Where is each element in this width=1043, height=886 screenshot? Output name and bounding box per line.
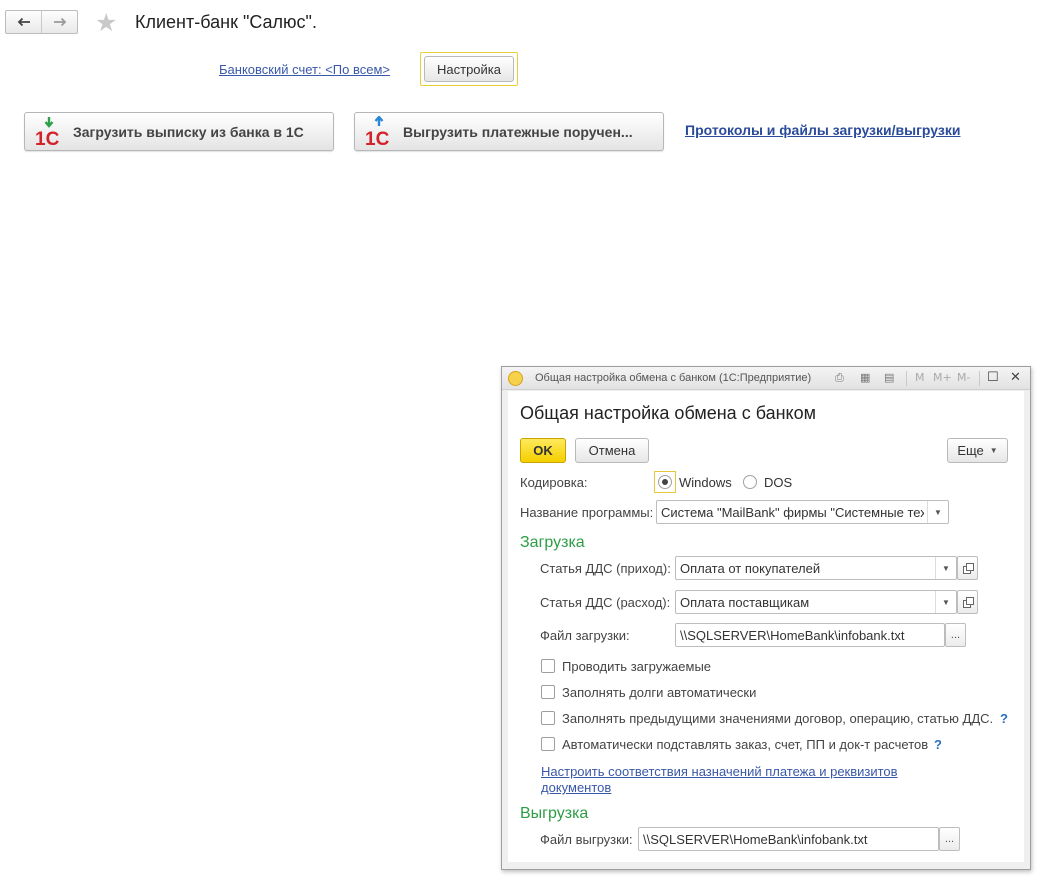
unload-file-browse-button[interactable]: ...: [939, 827, 960, 851]
back-button[interactable]: [6, 11, 41, 33]
checkbox-auto-substitute-label[interactable]: Автоматически подставлять заказ, счет, П…: [562, 737, 928, 752]
forward-button[interactable]: [41, 11, 77, 33]
radio-dos-label[interactable]: DOS: [764, 475, 792, 490]
checkbox-fill-previous[interactable]: [541, 711, 555, 725]
open-icon: [962, 597, 974, 608]
help-icon[interactable]: ?: [934, 737, 942, 752]
cancel-button[interactable]: Отмена: [575, 438, 649, 463]
ok-button[interactable]: OK: [520, 438, 566, 463]
dialog-content: Общая настройка обмена с банком OK Отмен…: [508, 391, 1024, 862]
memory-minus-button[interactable]: M-: [957, 371, 970, 384]
radio-windows-label[interactable]: Windows: [679, 475, 732, 490]
bank-account-link[interactable]: Банковский счет: <По всем>: [219, 62, 390, 77]
dds-expense-value: Оплата поставщикам: [680, 595, 810, 610]
dds-expense-field[interactable]: Оплата поставщикам ▼: [675, 590, 957, 614]
dds-expense-label: Статья ДДС (расход):: [540, 595, 671, 610]
arrow-right-icon: [53, 17, 66, 27]
settings-button[interactable]: Настройка: [424, 56, 514, 82]
exchange-settings-dialog: Общая настройка обмена с банком (1С:Пред…: [501, 366, 1031, 870]
load-statement-button[interactable]: 1С Загрузить выписку из банка в 1С: [24, 112, 334, 151]
dialog-heading: Общая настройка обмена с банком: [520, 403, 817, 423]
window-title: Общая настройка обмена с банком (1С:Пред…: [535, 372, 812, 384]
open-icon: [962, 563, 974, 574]
maximize-icon[interactable]: ☐: [987, 370, 999, 385]
calendar-icon[interactable]: ▤: [884, 371, 894, 384]
memory-plus-button[interactable]: M+: [933, 371, 952, 384]
program-value: Система "MailBank" фирмы "Системные тех: [661, 505, 924, 520]
checkbox-post-loaded-label[interactable]: Проводить загружаемые: [562, 659, 711, 674]
arrow-left-icon: [17, 17, 30, 27]
toolbar-separator: [979, 371, 980, 386]
unload-payments-button[interactable]: 1С Выгрузить платежные поручен...: [354, 112, 664, 151]
memory-button[interactable]: M: [915, 371, 925, 384]
svg-text:1С: 1С: [35, 129, 60, 148]
1c-download-icon: 1С: [35, 116, 60, 148]
dds-income-field[interactable]: Оплата от покупателей ▼: [675, 556, 957, 580]
1c-upload-icon: 1С: [365, 115, 390, 148]
dds-income-label: Статья ДДС (приход):: [540, 561, 671, 576]
radio-windows[interactable]: [658, 475, 672, 489]
dialog-titlebar: Общая настройка обмена с банком (1С:Пред…: [502, 367, 1030, 390]
program-select[interactable]: Система "MailBank" фирмы "Системные тех …: [656, 500, 949, 524]
history-nav: [5, 10, 78, 34]
load-file-field[interactable]: \\SQLSERVER\HomeBank\infobank.txt: [675, 623, 945, 647]
unload-payments-label: Выгрузить платежные поручен...: [403, 123, 633, 140]
1c-logo-icon: [508, 371, 523, 386]
encoding-label: Кодировка:: [520, 475, 588, 490]
close-icon[interactable]: ✕: [1010, 370, 1021, 385]
checkbox-post-loaded[interactable]: [541, 659, 555, 673]
unload-section-heading: Выгрузка: [520, 805, 589, 822]
checkbox-auto-substitute[interactable]: [541, 737, 555, 751]
more-button[interactable]: Еще ▼: [947, 438, 1008, 463]
unload-file-field[interactable]: \\SQLSERVER\HomeBank\infobank.txt: [638, 827, 939, 851]
chevron-down-icon[interactable]: ▼: [935, 557, 956, 579]
mapping-settings-link[interactable]: Настроить соответствия назначений платеж…: [541, 764, 901, 796]
load-file-label: Файл загрузки:: [540, 628, 630, 643]
program-label: Название программы:: [520, 505, 654, 520]
favorite-star-icon[interactable]: ★: [95, 10, 117, 35]
checkbox-fill-debts-label[interactable]: Заполнять долги автоматически: [562, 685, 756, 700]
dds-income-open-button[interactable]: [957, 556, 978, 580]
unload-file-value: \\SQLSERVER\HomeBank\infobank.txt: [643, 832, 868, 847]
page-title: Клиент-банк "Салюс".: [135, 12, 317, 32]
checkbox-fill-debts[interactable]: [541, 685, 555, 699]
radio-dos[interactable]: [743, 475, 757, 489]
checkbox-fill-previous-label[interactable]: Заполнять предыдущими значениями договор…: [562, 711, 993, 726]
chevron-down-icon[interactable]: ▼: [927, 501, 948, 523]
dds-expense-open-button[interactable]: [957, 590, 978, 614]
svg-text:1С: 1С: [365, 129, 390, 148]
chevron-down-icon: ▼: [989, 446, 998, 455]
more-label: Еще: [957, 443, 984, 458]
print-icon[interactable]: ⎙: [835, 371, 844, 385]
help-icon[interactable]: ?: [1000, 711, 1008, 726]
unload-file-label: Файл выгрузки:: [540, 832, 633, 847]
load-file-value: \\SQLSERVER\HomeBank\infobank.txt: [680, 628, 905, 643]
chevron-down-icon[interactable]: ▼: [935, 591, 956, 613]
load-statement-label: Загрузить выписку из банка в 1С: [73, 123, 304, 140]
load-file-browse-button[interactable]: ...: [945, 623, 966, 647]
toolbar-separator: [906, 371, 907, 386]
calculator-icon[interactable]: ▦: [860, 371, 870, 384]
dds-income-value: Оплата от покупателей: [680, 561, 821, 576]
protocols-link[interactable]: Протоколы и файлы загрузки/выгрузки: [685, 122, 960, 138]
load-section-heading: Загрузка: [520, 534, 585, 551]
